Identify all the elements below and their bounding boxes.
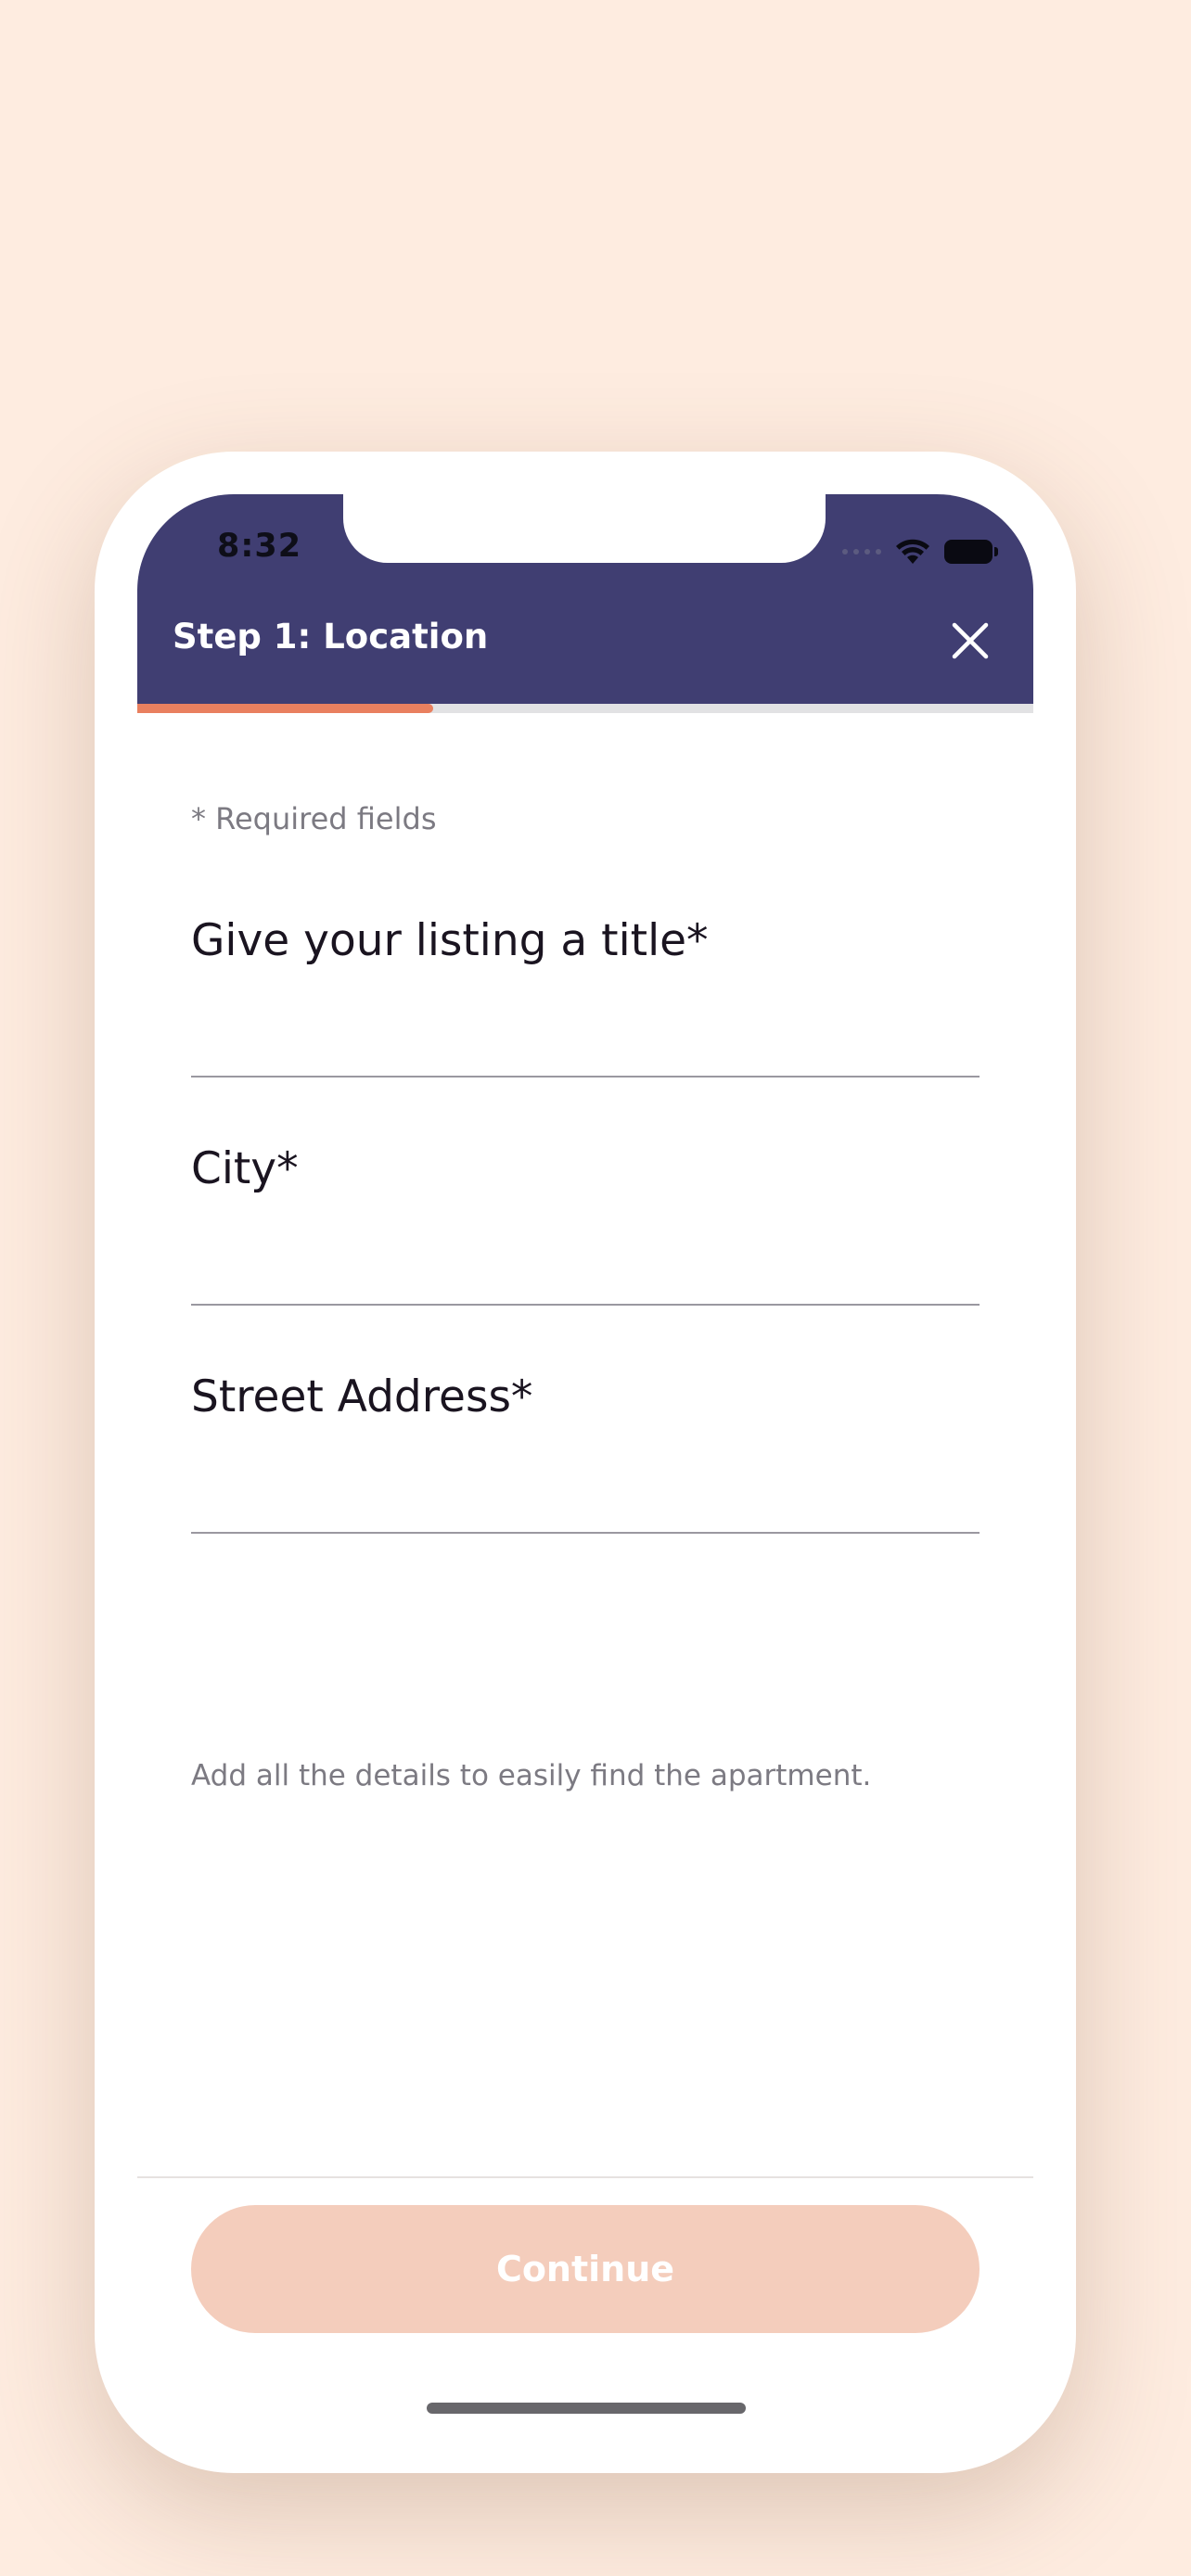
wifi-icon: [896, 539, 929, 564]
status-time: 8:32: [217, 528, 302, 565]
city-input[interactable]: [191, 1230, 980, 1306]
app-screen: 8:32 Step 1: Location * Required fields …: [137, 494, 1033, 2430]
close-icon: [952, 622, 989, 659]
battery-icon: [944, 540, 998, 564]
continue-button[interactable]: Continue: [191, 2205, 980, 2333]
progress-fill: [137, 704, 433, 713]
address-hint: Add all the details to easily find the a…: [191, 1759, 872, 1792]
close-button[interactable]: [944, 615, 996, 667]
home-indicator: [427, 2403, 746, 2414]
app-header: 8:32 Step 1: Location: [137, 494, 1033, 704]
phone-frame: 8:32 Step 1: Location * Required fields …: [95, 452, 1076, 2473]
footer-divider: [137, 2176, 1033, 2178]
cellular-signal-icon: [842, 549, 881, 555]
device-notch: [343, 494, 826, 563]
title-field: Give your listing a title*: [191, 915, 980, 1078]
street-address-input[interactable]: [191, 1458, 980, 1534]
title-input[interactable]: [191, 1001, 980, 1078]
street-address-field: Street Address*: [191, 1371, 980, 1534]
street-address-field-label: Street Address*: [191, 1371, 533, 1422]
progress-bar: [137, 704, 1033, 713]
required-fields-note: * Required fields: [191, 801, 437, 836]
title-field-label: Give your listing a title*: [191, 915, 709, 966]
city-field: City*: [191, 1143, 980, 1306]
page-title: Step 1: Location: [173, 617, 489, 657]
city-field-label: City*: [191, 1143, 299, 1194]
status-icons: [842, 533, 998, 570]
